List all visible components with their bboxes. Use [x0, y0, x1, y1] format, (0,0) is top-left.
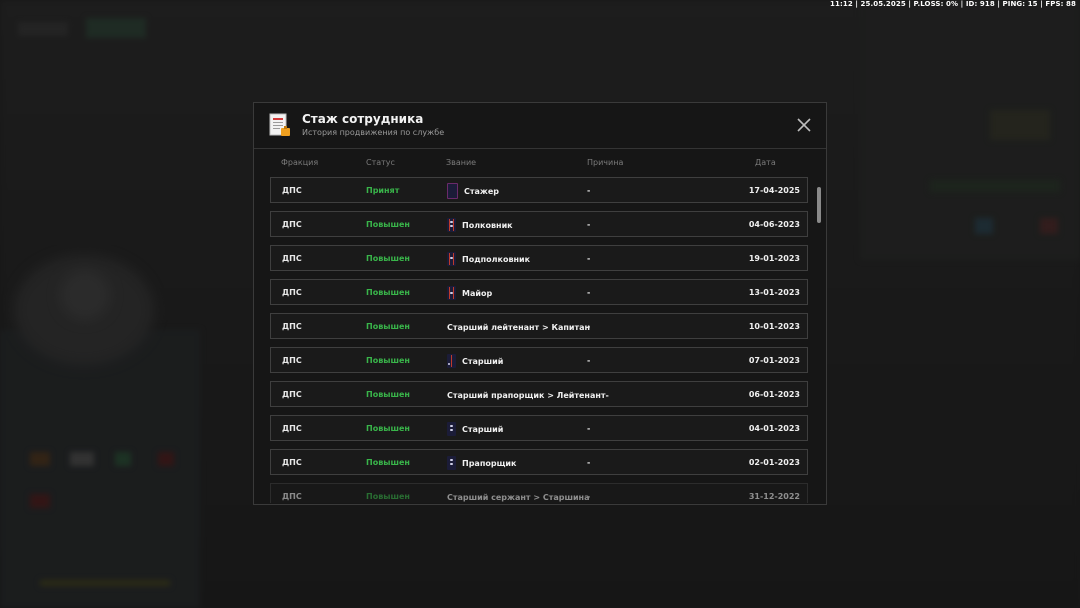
colonel-shoulder-strap-icon — [447, 218, 456, 232]
row-faction: ДПС — [282, 220, 302, 229]
modal-subtitle: История продвижения по службе — [302, 128, 445, 137]
empty-shoulder-strap-icon — [447, 183, 458, 199]
lt-colonel-shoulder-strap-icon — [447, 252, 456, 266]
column-header-faction: Фракция — [281, 158, 319, 167]
ensign-shoulder-strap-icon — [447, 456, 456, 470]
row-date: 04-01-2023 — [748, 424, 800, 433]
row-status: Повышен — [366, 356, 410, 365]
table-row: ДПС Повышен Старший лейтенант > Капитан … — [270, 313, 808, 339]
row-status: Повышен — [366, 390, 410, 399]
row-reason: - — [587, 458, 591, 467]
row-date: 04-06-2023 — [748, 220, 800, 229]
row-status: Повышен — [366, 220, 410, 229]
row-rank: Стажер — [447, 183, 499, 199]
document-icon — [269, 113, 290, 136]
column-header-status: Статус — [366, 158, 395, 167]
table-row: ДПС Повышен Старший сержант > Старшина -… — [270, 483, 808, 503]
row-rank: Прапорщик — [447, 455, 516, 471]
row-reason: - — [587, 322, 591, 331]
row-rank-label: Прапорщик — [462, 458, 517, 468]
row-date: 02-01-2023 — [748, 458, 800, 467]
employee-service-history-modal: Стаж сотрудника История продвижения по с… — [253, 102, 827, 505]
row-rank: Подполковник — [447, 251, 530, 267]
row-date: 13-01-2023 — [748, 288, 800, 297]
table-row: ДПС Повышен Старший - 04-01-2023 — [270, 415, 808, 441]
major-shoulder-strap-icon — [447, 286, 456, 300]
table-row: ДПС Повышен Прапорщик - 02-01-2023 — [270, 449, 808, 475]
row-rank: Старший — [447, 353, 503, 369]
row-rank-label: Стажер — [464, 186, 500, 196]
row-faction: ДПС — [282, 186, 302, 195]
row-reason: - — [587, 424, 591, 433]
table-row: ДПС Повышен Майор - 13-01-2023 — [270, 279, 808, 305]
row-faction: ДПС — [282, 356, 302, 365]
row-faction: ДПС — [282, 254, 302, 263]
row-rank-label: Майор — [462, 288, 493, 298]
row-reason: - — [587, 288, 591, 297]
row-date: 19-01-2023 — [748, 254, 800, 263]
row-faction: ДПС — [282, 322, 302, 331]
row-status: Повышен — [366, 424, 410, 433]
row-date: 07-01-2023 — [748, 356, 800, 365]
row-faction: ДПС — [282, 492, 302, 501]
row-reason: - — [587, 356, 591, 365]
row-date: 31-12-2022 — [748, 492, 800, 501]
row-rank-label: Старший — [462, 356, 504, 366]
row-reason: - — [587, 186, 591, 195]
row-rank-label: Старший лейтенант > Капитан — [447, 322, 591, 332]
row-rank-label: Старший — [462, 424, 504, 434]
row-rank: Старший — [447, 421, 503, 437]
row-status: Повышен — [366, 254, 410, 263]
table-row: ДПС Повышен Старший - 07-01-2023 — [270, 347, 808, 373]
row-status: Повышен — [366, 458, 410, 467]
row-reason: - — [587, 492, 591, 501]
senior-ensign-shoulder-strap-icon — [447, 422, 456, 436]
column-header-reason: Причина — [587, 158, 624, 167]
senior-shoulder-strap-icon — [447, 354, 456, 368]
close-icon[interactable] — [796, 117, 812, 133]
row-faction: ДПС — [282, 424, 302, 433]
row-rank: Полковник — [447, 217, 513, 233]
row-rank: Старший лейтенант > Капитан — [447, 319, 590, 335]
column-header-date: Дата — [755, 158, 776, 167]
column-header-rank: Звание — [446, 158, 477, 167]
table-row: ДПС Повышен Подполковник - 19-01-2023 — [270, 245, 808, 271]
hud-status-bar: 11:12 | 25.05.2025 | P.LOSS: 0% | ID: 91… — [830, 0, 1076, 8]
table-row: ДПС Принят Стажер - 17-04-2025 — [270, 177, 808, 203]
row-date: 06-01-2023 — [748, 390, 800, 399]
modal-title: Стаж сотрудника — [302, 112, 424, 126]
row-status: Принят — [366, 186, 400, 195]
table-row: ДПС Повышен Старший прапорщик > Лейтенан… — [270, 381, 808, 407]
row-rank-label: Подполковник — [462, 254, 531, 264]
row-rank: Старший прапорщик > Лейтенант- — [447, 387, 609, 403]
modal-header: Стаж сотрудника История продвижения по с… — [254, 103, 826, 149]
row-status: Повышен — [366, 492, 410, 501]
row-date: 10-01-2023 — [748, 322, 800, 331]
row-date: 17-04-2025 — [748, 186, 800, 195]
list-scrollbar[interactable] — [817, 187, 821, 223]
row-rank: Старший сержант > Старшина — [447, 489, 590, 504]
row-faction: ДПС — [282, 458, 302, 467]
table-row: ДПС Повышен Полковник - 04-06-2023 — [270, 211, 808, 237]
row-rank-label: Старший сержант > Старшина — [447, 492, 590, 502]
row-status: Повышен — [366, 322, 410, 331]
row-rank: Майор — [447, 285, 492, 301]
row-status: Повышен — [366, 288, 410, 297]
row-reason: - — [587, 220, 591, 229]
row-faction: ДПС — [282, 390, 302, 399]
row-faction: ДПС — [282, 288, 302, 297]
row-rank-label: Старший прапорщик > Лейтенант- — [447, 390, 609, 400]
row-rank-label: Полковник — [462, 220, 513, 230]
row-reason: - — [587, 254, 591, 263]
